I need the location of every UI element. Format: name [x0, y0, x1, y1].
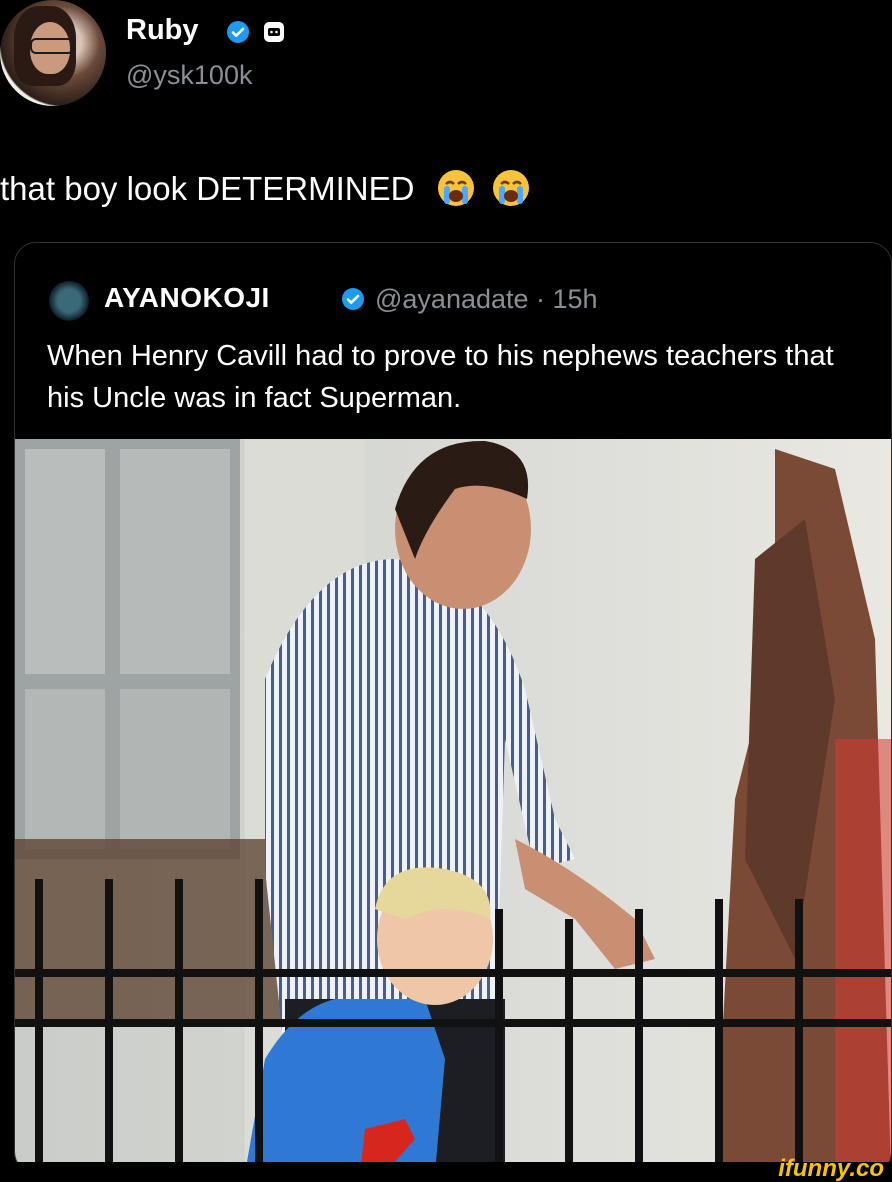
affiliate-badge-icon — [264, 22, 284, 42]
crying-face-icon — [437, 170, 474, 206]
quoted-photo[interactable] — [15, 439, 891, 1173]
quoted-tweet[interactable]: AYANOKOJI @ayanadate · 15h When Henry Ca… — [14, 242, 892, 1174]
crying-face-icon — [492, 170, 529, 206]
author-avatar[interactable] — [0, 0, 106, 106]
quoted-author-name[interactable]: AYANOKOJI — [104, 280, 270, 316]
quoted-author-avatar[interactable] — [47, 281, 91, 325]
quoted-handle-time[interactable]: @ayanadate · 15h — [375, 281, 598, 317]
quoted-text: When Henry Cavill had to prove to his ne… — [47, 340, 834, 414]
tweet-body: that boy look DETERMINED — [0, 170, 415, 207]
author-name[interactable]: Ruby — [126, 12, 199, 48]
footer-bar — [0, 1162, 892, 1182]
ifunny-watermark: ifunny.co — [778, 1155, 884, 1182]
verified-badge-icon — [227, 21, 249, 43]
verified-badge-icon — [342, 288, 364, 310]
tweet-text: that boy look DETERMINED — [0, 168, 531, 210]
author-handle[interactable]: @ysk100k — [126, 58, 252, 92]
